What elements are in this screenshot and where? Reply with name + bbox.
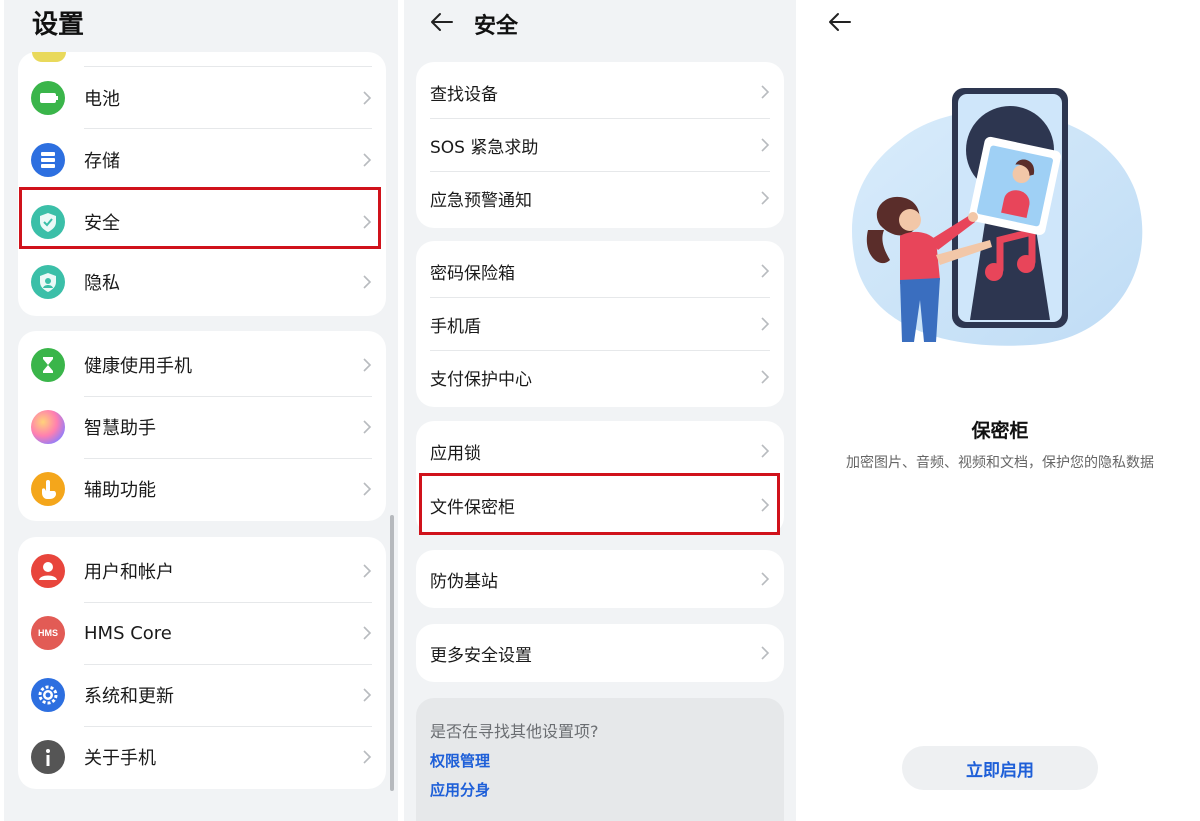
settings-item-label: 存储 — [84, 151, 120, 172]
settings-item-label: 电池 — [84, 89, 120, 110]
chevron-right-icon — [761, 85, 770, 99]
settings-item-label: 系统和更新 — [84, 686, 174, 707]
security-item-app-lock[interactable]: 应用锁 — [416, 425, 784, 477]
settings-item-label: 健康使用手机 — [84, 356, 192, 377]
security-item-label: 手机盾 — [430, 316, 481, 337]
security-panel: 安全 查找设备 SOS 紧急求助 应急预警通知 密码保险箱 手机盾 支付保护中心… — [404, 0, 796, 821]
security-item-label: 密码保险箱 — [430, 263, 515, 284]
info-icon — [31, 740, 65, 774]
settings-item-label: 隐私 — [84, 273, 120, 294]
scrollbar[interactable] — [390, 515, 394, 791]
settings-item-label: 辅助功能 — [84, 480, 156, 501]
chevron-right-icon — [761, 317, 770, 331]
settings-item-digital-balance[interactable]: 健康使用手机 — [18, 335, 386, 395]
highlight-box-file-safe — [419, 473, 780, 535]
settings-item-battery[interactable]: 电池 — [18, 68, 386, 128]
security-item-label: 防伪基站 — [430, 571, 498, 592]
hms-icon: HMS — [31, 616, 65, 650]
security-item-emergency-alerts[interactable]: 应急预警通知 — [416, 172, 784, 224]
chevron-right-icon — [761, 444, 770, 458]
chevron-right-icon — [363, 564, 372, 578]
enable-now-button[interactable]: 立即启用 — [902, 746, 1098, 790]
chevron-right-icon — [363, 626, 372, 640]
user-icon — [31, 554, 65, 588]
partial-icon — [32, 52, 66, 62]
settings-item-label: 用户和帐户 — [84, 562, 174, 583]
divider — [84, 128, 372, 129]
hourglass-icon — [31, 348, 65, 382]
chevron-right-icon — [761, 264, 770, 278]
page-title: 设置 — [32, 10, 85, 40]
settings-item-label: HMS Core — [84, 622, 172, 644]
settings-item-accessibility[interactable]: 辅助功能 — [18, 459, 386, 519]
chevron-right-icon — [363, 482, 372, 496]
settings-item-about-phone[interactable]: 关于手机 — [18, 727, 386, 787]
settings-item-assistant[interactable]: 智慧助手 — [18, 397, 386, 457]
security-item-payment-protection[interactable]: 支付保护中心 — [416, 351, 784, 403]
storage-icon — [31, 143, 65, 177]
chevron-right-icon — [363, 91, 372, 105]
chevron-right-icon — [761, 572, 770, 586]
battery-icon — [31, 81, 65, 115]
security-group-5: 更多安全设置 — [416, 624, 784, 682]
chevron-right-icon — [761, 370, 770, 384]
security-item-label: 应用锁 — [430, 443, 481, 464]
security-item-find-device[interactable]: 查找设备 — [416, 66, 784, 118]
security-item-anti-fake-station[interactable]: 防伪基站 — [416, 553, 784, 605]
chevron-right-icon — [761, 191, 770, 205]
chevron-right-icon — [363, 750, 372, 764]
security-item-label: SOS 紧急求助 — [430, 137, 539, 158]
chevron-right-icon — [761, 646, 770, 660]
chevron-right-icon — [363, 420, 372, 434]
hand-icon — [31, 472, 65, 506]
security-group-1: 查找设备 SOS 紧急求助 应急预警通知 — [416, 62, 784, 228]
file-safe-illustration — [852, 88, 1143, 346]
settings-panel: 设置 电池 存储 安全 隐私 健康使用手机 智慧助手 辅助功能 用户和帐户 HM… — [4, 0, 398, 821]
settings-group-2: 健康使用手机 智慧助手 辅助功能 — [18, 331, 386, 521]
back-arrow-icon[interactable] — [826, 8, 854, 36]
settings-group-3: 用户和帐户 HMS HMS Core 系统和更新 关于手机 — [18, 537, 386, 789]
security-item-phone-shield[interactable]: 手机盾 — [416, 298, 784, 350]
feature-description: 加密图片、音频、视频和文档，保护您的隐私数据 — [846, 455, 1154, 471]
security-item-label: 应急预警通知 — [430, 190, 532, 211]
hms-badge-text: HMS — [38, 628, 58, 638]
chevron-right-icon — [363, 688, 372, 702]
security-item-label: 支付保护中心 — [430, 369, 532, 390]
suggestion-card: 是否在寻找其他设置项? 权限管理 应用分身 — [416, 698, 784, 821]
highlight-box-security — [19, 187, 381, 249]
settings-item-accounts[interactable]: 用户和帐户 — [18, 541, 386, 601]
assistant-icon — [31, 410, 65, 444]
security-item-label: 查找设备 — [430, 84, 498, 105]
security-group-2: 密码保险箱 手机盾 支付保护中心 — [416, 241, 784, 407]
feature-title: 保密柜 — [971, 420, 1029, 442]
settings-group-1: 电池 存储 安全 隐私 — [18, 52, 386, 316]
settings-item-label: 关于手机 — [84, 748, 156, 769]
chevron-right-icon — [761, 138, 770, 152]
settings-item-hms-core[interactable]: HMS HMS Core — [18, 603, 386, 663]
security-item-password-vault[interactable]: 密码保险箱 — [416, 245, 784, 297]
security-item-sos[interactable]: SOS 紧急求助 — [416, 119, 784, 171]
settings-item-system-update[interactable]: 系统和更新 — [18, 665, 386, 725]
chevron-right-icon — [363, 358, 372, 372]
page-title: 安全 — [474, 14, 519, 39]
suggestion-question: 是否在寻找其他设置项? — [430, 722, 599, 741]
chevron-right-icon — [363, 153, 372, 167]
settings-item-label: 智慧助手 — [84, 418, 156, 439]
back-arrow-icon[interactable] — [428, 8, 456, 36]
chevron-right-icon — [363, 275, 372, 289]
privacy-icon — [31, 265, 65, 299]
security-group-4: 防伪基站 — [416, 550, 784, 608]
file-safe-panel: 保密柜 加密图片、音频、视频和文档，保护您的隐私数据 立即启用 — [800, 0, 1200, 821]
security-item-label: 更多安全设置 — [430, 645, 532, 666]
suggestion-link-permissions[interactable]: 权限管理 — [430, 750, 490, 771]
gear-icon — [31, 678, 65, 712]
settings-item-privacy[interactable]: 隐私 — [18, 252, 386, 312]
settings-item-storage[interactable]: 存储 — [18, 130, 386, 190]
divider — [84, 66, 372, 67]
security-item-more-settings[interactable]: 更多安全设置 — [416, 627, 784, 679]
suggestion-link-app-twin[interactable]: 应用分身 — [430, 779, 490, 800]
